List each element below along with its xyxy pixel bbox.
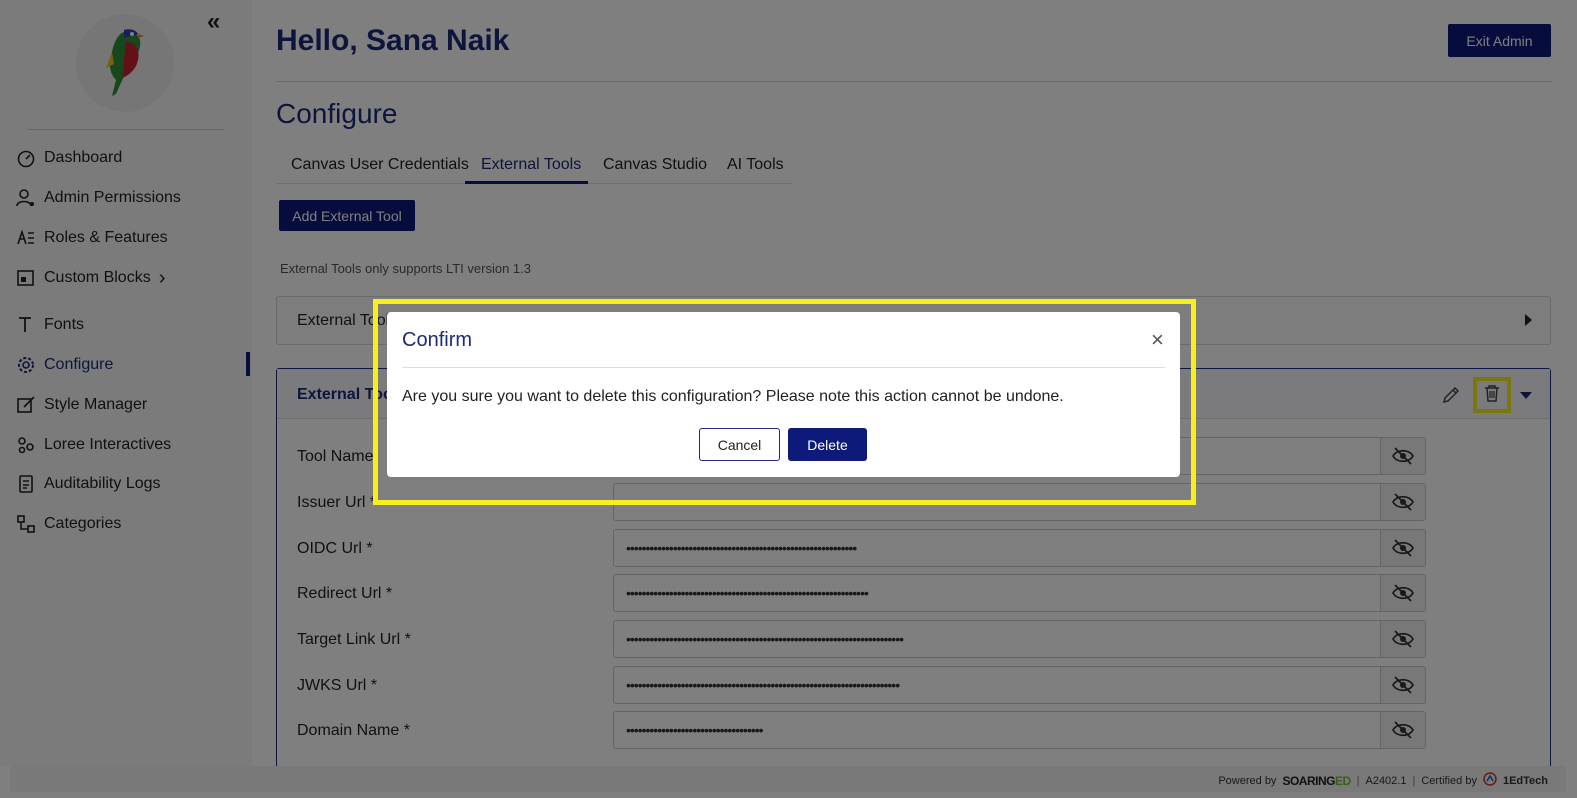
- modal-divider: [402, 367, 1165, 368]
- delete-button[interactable]: Delete: [788, 428, 867, 461]
- modal-title: Confirm: [402, 329, 473, 351]
- modal-message: Are you sure you want to delete this con…: [402, 388, 1064, 405]
- confirm-dialog: Confirm × Are you sure you want to delet…: [387, 312, 1180, 477]
- close-icon[interactable]: ×: [1151, 327, 1164, 353]
- cancel-button[interactable]: Cancel: [699, 428, 780, 461]
